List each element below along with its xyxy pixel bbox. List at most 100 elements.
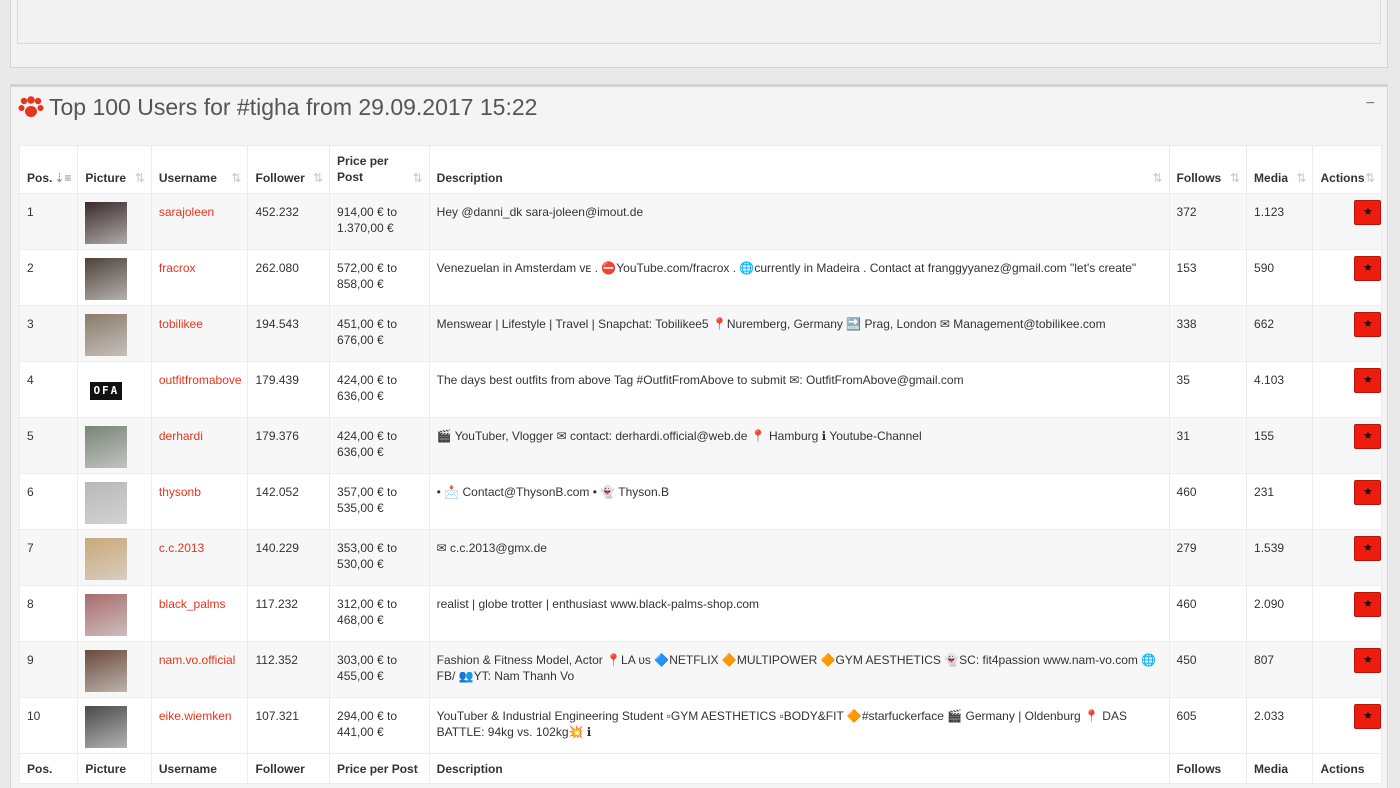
avatar[interactable]: OFA (85, 370, 128, 412)
avatar[interactable] (85, 258, 128, 300)
avatar[interactable] (85, 594, 128, 636)
avatar[interactable] (85, 650, 128, 692)
header-username[interactable]: Username ⇅ (150, 145, 249, 194)
favorite-button[interactable]: ★ (1354, 200, 1382, 225)
star-icon: ★ (1363, 374, 1373, 386)
cell-follows: 460 (1168, 473, 1248, 530)
avatar[interactable] (85, 202, 128, 244)
cell-picture (77, 249, 152, 306)
favorite-button[interactable]: ★ (1354, 704, 1382, 729)
footer-description: Description (428, 753, 1170, 784)
header-actions[interactable]: Actions ⇅ (1312, 145, 1382, 194)
favorite-button[interactable]: ★ (1354, 312, 1382, 337)
username-link[interactable]: derhardi (159, 429, 203, 443)
cell-username: tobilikee (150, 305, 249, 362)
table-row: 4 OFA outfitfromabove 179.439 424,00 € to 63… (18, 361, 1382, 418)
cell-media: 590 (1246, 249, 1314, 306)
username-link[interactable]: sarajoleen (159, 205, 214, 219)
cell-description: Fashion & Fitness Model, Actor 📍LA ᴜs 🔷N… (428, 641, 1170, 698)
table-row: 8 black_palms 117.232 312,00 € to 468,00 € r… (18, 585, 1382, 642)
header-description[interactable]: Description ⇅ (428, 145, 1170, 194)
header-price[interactable]: Price per Post ⇅ (329, 145, 430, 194)
favorite-button[interactable]: ★ (1354, 648, 1382, 673)
cell-actions: ★ (1312, 361, 1382, 418)
footer-actions: Actions (1312, 753, 1382, 784)
username-link[interactable]: tobilikee (159, 317, 203, 331)
cell-follower: 452.232 (247, 193, 331, 250)
avatar[interactable] (85, 314, 128, 356)
cell-username: black_palms (150, 585, 249, 642)
avatar[interactable] (85, 706, 128, 748)
sort-icon: ⇅ (1152, 171, 1163, 185)
panel-title: Top 100 Users for #tigha from 29.09.2017… (49, 94, 538, 120)
table-row: 10 eike.wiemken 107.321 294,00 € to 441,00 … (18, 697, 1382, 754)
avatar[interactable] (85, 426, 128, 468)
cell-description: The days best outfits from above Tag #Ou… (428, 361, 1170, 418)
username-link[interactable]: outfitfromabove (159, 373, 242, 387)
cell-price: 353,00 € to 530,00 € (329, 529, 430, 586)
cell-username: sarajoleen (150, 193, 249, 250)
cell-price: 303,00 € to 455,00 € (329, 641, 430, 698)
cell-media: 2.033 (1246, 697, 1314, 754)
cell-media: 4.103 (1246, 361, 1314, 418)
cell-follower: 194.543 (247, 305, 331, 362)
cell-username: c.c.2013 (150, 529, 249, 586)
header-follows[interactable]: Follows ⇅ (1168, 145, 1248, 194)
cell-username: eike.wiemken (150, 697, 249, 754)
cell-picture (77, 305, 152, 362)
cell-description: YouTuber & Industrial Engineering Studen… (428, 697, 1170, 754)
cell-actions: ★ (1312, 697, 1382, 754)
cell-username: derhardi (150, 417, 249, 474)
favorite-button[interactable]: ★ (1354, 424, 1382, 449)
collapse-button[interactable]: − (1366, 95, 1375, 113)
username-link[interactable]: thysonb (159, 485, 201, 499)
users-icon (18, 96, 44, 117)
sort-icon: ⇅ (1364, 171, 1375, 185)
cell-price: 357,00 € to 535,00 € (329, 473, 430, 530)
star-icon: ★ (1363, 542, 1373, 554)
username-link[interactable]: black_palms (159, 597, 226, 611)
favorite-button[interactable]: ★ (1354, 592, 1382, 617)
header-follower[interactable]: Follower ⇅ (247, 145, 331, 194)
cell-media: 1.539 (1246, 529, 1314, 586)
username-link[interactable]: eike.wiemken (159, 709, 232, 723)
favorite-button[interactable]: ★ (1354, 368, 1382, 393)
cell-description: Menswear | Lifestyle | Travel | Snapchat… (428, 305, 1170, 362)
calendar-panel: 1.2.3.4.5.6.7.8.9.10.11.12.13.14.15.16.1… (10, 0, 1388, 68)
cell-actions: ★ (1312, 249, 1382, 306)
cell-price: 451,00 € to 676,00 € (329, 305, 430, 362)
header-media[interactable]: Media ⇅ (1246, 145, 1314, 194)
cell-username: nam.vo.official (150, 641, 249, 698)
cell-picture (77, 641, 152, 698)
header-picture[interactable]: Picture ⇅ (77, 145, 152, 194)
username-link[interactable]: c.c.2013 (159, 541, 204, 555)
star-icon: ★ (1363, 486, 1373, 498)
favorite-button[interactable]: ★ (1354, 480, 1382, 505)
cell-follows: 450 (1168, 641, 1248, 698)
header-pos[interactable]: Pos. ⇣≡ (18, 145, 79, 194)
sort-asc-icon: ⇣≡ (54, 171, 72, 185)
cell-picture (77, 473, 152, 530)
cell-pos: 4 (18, 361, 79, 418)
cell-follows: 153 (1168, 249, 1248, 306)
favorite-button[interactable]: ★ (1354, 536, 1382, 561)
users-table: Pos. ⇣≡ Picture ⇅ Username ⇅ Follower ⇅ Pric… (18, 145, 1382, 784)
username-link[interactable]: fracrox (159, 261, 196, 275)
username-link[interactable]: nam.vo.official (159, 653, 235, 667)
favorite-button[interactable]: ★ (1354, 256, 1382, 281)
cell-price: 572,00 € to 858,00 € (329, 249, 430, 306)
table-row: 6 thysonb 142.052 357,00 € to 535,00 € • 📩 C… (18, 473, 1382, 530)
cell-follower: 112.352 (247, 641, 331, 698)
avatar[interactable] (85, 482, 128, 524)
avatar-logo-text: OFA (90, 382, 123, 400)
cell-media: 662 (1246, 305, 1314, 362)
sort-icon: ⇅ (1296, 171, 1307, 185)
table-header-row: Pos. ⇣≡ Picture ⇅ Username ⇅ Follower ⇅ Pric… (18, 145, 1382, 194)
star-icon: ★ (1363, 206, 1373, 218)
cell-description: • 📩 Contact@ThysonB.com • 👻 Thyson.B (428, 473, 1170, 530)
panel-header: Top 100 Users for #tigha from 29.09.2017… (11, 87, 1387, 131)
cell-pos: 6 (18, 473, 79, 530)
avatar[interactable] (85, 538, 128, 580)
table-row: 5 derhardi 179.376 424,00 € to 636,00 € 🎬 Yo… (18, 417, 1382, 474)
cell-username: outfitfromabove (150, 361, 249, 418)
